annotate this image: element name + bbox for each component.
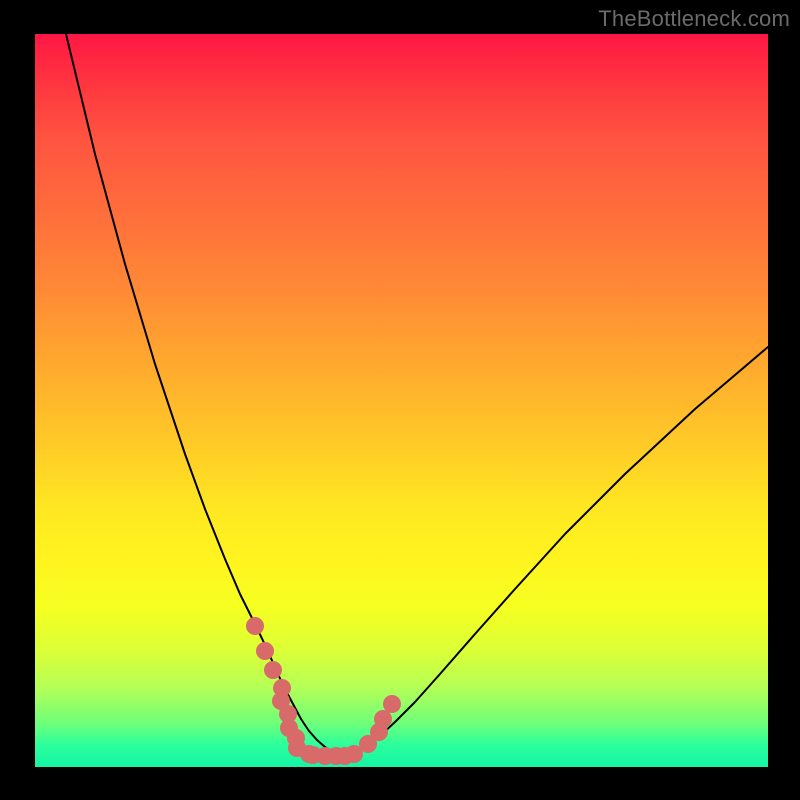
valley-dots-left-point [264,661,282,679]
watermark-text: TheBottleneck.com [598,6,790,32]
bottleneck-right-curve [341,347,768,754]
valley-dots-right-point [374,710,392,728]
chart-container: TheBottleneck.com [0,0,800,800]
plot-area [35,34,768,767]
bottleneck-left-curve [66,34,341,754]
valley-dots-right-point [383,695,401,713]
valley-dots-left-point [256,642,274,660]
data-curves [66,34,768,765]
chart-svg [35,34,768,767]
valley-dots-left-point [246,617,264,635]
